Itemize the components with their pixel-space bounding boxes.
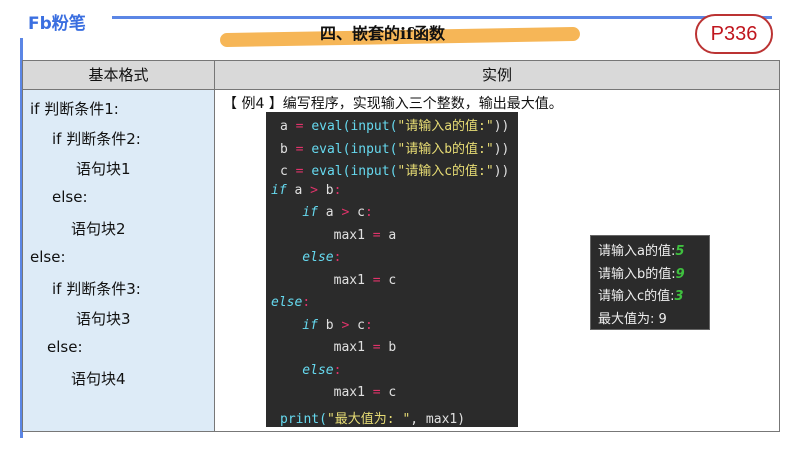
code-token: c xyxy=(280,164,296,179)
slide-title: 四、嵌套的if函数 xyxy=(320,24,445,43)
code-token: else xyxy=(271,295,303,310)
code-line: max1 = c xyxy=(271,385,397,400)
code-token: print( xyxy=(280,411,327,427)
code-line: a = eval(input("请输入a的值:")) xyxy=(280,115,509,134)
code-token: a xyxy=(286,182,311,198)
code-token: "请输入c的值:" xyxy=(397,164,494,179)
code-token: : xyxy=(333,362,342,378)
code-token: "请输入a的值:" xyxy=(397,119,494,134)
code-token: = xyxy=(295,141,312,157)
code-editor: a = eval(input("请输入a的值:")) b = eval(input… xyxy=(266,112,518,427)
code-token: if xyxy=(271,317,318,333)
output-label: 请输入a的值: xyxy=(598,244,676,259)
code-token: c xyxy=(349,205,365,220)
code-token: = xyxy=(295,119,312,134)
format-line: 语句块1 xyxy=(76,160,131,178)
code-token: max1 xyxy=(271,272,373,288)
code-token: max1 xyxy=(271,227,373,243)
code-line: if b > c: xyxy=(271,317,373,333)
code-token: max1 xyxy=(271,340,373,355)
output-line: 请输入c的值:3 xyxy=(598,285,684,304)
example-description: 【 例4 】编写程序，实现输入三个整数，输出最大值。 xyxy=(223,96,563,112)
code-token: = xyxy=(372,340,381,355)
format-column: if 判断条件1: if 判断条件2: 语句块1 else: 语句块2 else… xyxy=(23,90,215,431)
output-value: 5 xyxy=(675,244,685,259)
code-line: c = eval(input("请输入c的值:")) xyxy=(280,160,509,179)
format-line: if 判断条件2: xyxy=(52,130,141,148)
code-token: )) xyxy=(493,164,510,179)
code-token: max1 xyxy=(271,385,373,400)
format-line: else: xyxy=(47,338,83,356)
code-token: if xyxy=(271,182,287,198)
format-line: if 判断条件1: xyxy=(30,100,119,118)
code-token: b xyxy=(280,141,296,157)
code-token: c xyxy=(349,317,365,333)
code-token: eval(input( xyxy=(311,119,398,134)
code-token: b xyxy=(317,182,334,198)
header-format: 基本格式 xyxy=(23,61,215,90)
code-line: b = eval(input("请输入b的值:")) xyxy=(280,138,509,157)
code-line: max1 = c xyxy=(271,272,397,288)
code-token: else xyxy=(271,362,334,378)
output-label: 最大值为: xyxy=(598,311,659,327)
format-line: if 判断条件3: xyxy=(52,280,141,298)
code-line: else: xyxy=(271,363,341,378)
code-token: b xyxy=(380,340,397,355)
code-token: : xyxy=(302,295,311,310)
code-token: : xyxy=(364,317,373,333)
format-line: 语句块2 xyxy=(71,220,126,238)
code-line: if a > c: xyxy=(271,205,373,220)
output-line: 最大值为: 9 xyxy=(598,308,667,327)
code-token: : xyxy=(333,182,342,198)
code-token: )) xyxy=(493,119,510,134)
format-line: else: xyxy=(52,188,88,206)
code-token: = xyxy=(372,227,381,243)
console-output: 请输入a的值:5 请输入b的值:9 请输入c的值:3 最大值为: 9 xyxy=(590,235,710,330)
format-line: else: xyxy=(30,248,66,266)
code-token: = xyxy=(372,385,381,400)
format-line: 语句块3 xyxy=(76,310,131,328)
code-token: : xyxy=(364,205,373,220)
code-token: b xyxy=(317,317,342,333)
code-token: c xyxy=(380,272,397,288)
brand-logo: Fb粉笔 xyxy=(28,14,86,34)
output-value: 3 xyxy=(674,289,684,304)
code-token: > xyxy=(310,182,318,198)
code-line: else: xyxy=(271,250,341,265)
code-token: eval(input( xyxy=(311,141,398,157)
header-divider xyxy=(112,16,772,19)
output-label: 请输入c的值: xyxy=(598,289,675,304)
code-token: c xyxy=(380,385,397,400)
code-token: a xyxy=(280,119,296,134)
code-line: max1 = a xyxy=(271,227,397,243)
page-badge: P336 xyxy=(695,14,773,54)
comparison-table: 基本格式 实例 if 判断条件1: if 判断条件2: 语句块1 else: 语… xyxy=(22,60,780,432)
header-example: 实例 xyxy=(215,61,779,90)
code-line: max1 = b xyxy=(271,340,397,355)
output-label: 请输入b的值: xyxy=(598,266,676,282)
code-token: , max1) xyxy=(410,411,466,427)
code-token: "请输入b的值:" xyxy=(397,141,494,157)
code-token: eval(input( xyxy=(311,164,398,179)
code-line: if a > b: xyxy=(271,183,341,198)
output-value: 9 xyxy=(675,266,685,282)
output-line: 请输入a的值:5 xyxy=(598,240,684,259)
code-token: : xyxy=(333,250,342,265)
code-token: if xyxy=(271,205,318,220)
code-token: a xyxy=(380,227,397,243)
code-token: else xyxy=(271,250,334,265)
code-token: )) xyxy=(493,141,510,157)
code-token: a xyxy=(317,205,342,220)
code-line: else: xyxy=(271,295,310,310)
code-token: = xyxy=(295,164,312,179)
code-token: = xyxy=(372,272,381,288)
output-value: 9 xyxy=(658,311,667,327)
output-line: 请输入b的值:9 xyxy=(598,263,685,282)
code-token: "最大值为: " xyxy=(326,411,411,427)
code-line: print("最大值为: ", max1) xyxy=(280,408,465,427)
format-line: 语句块4 xyxy=(71,370,126,388)
